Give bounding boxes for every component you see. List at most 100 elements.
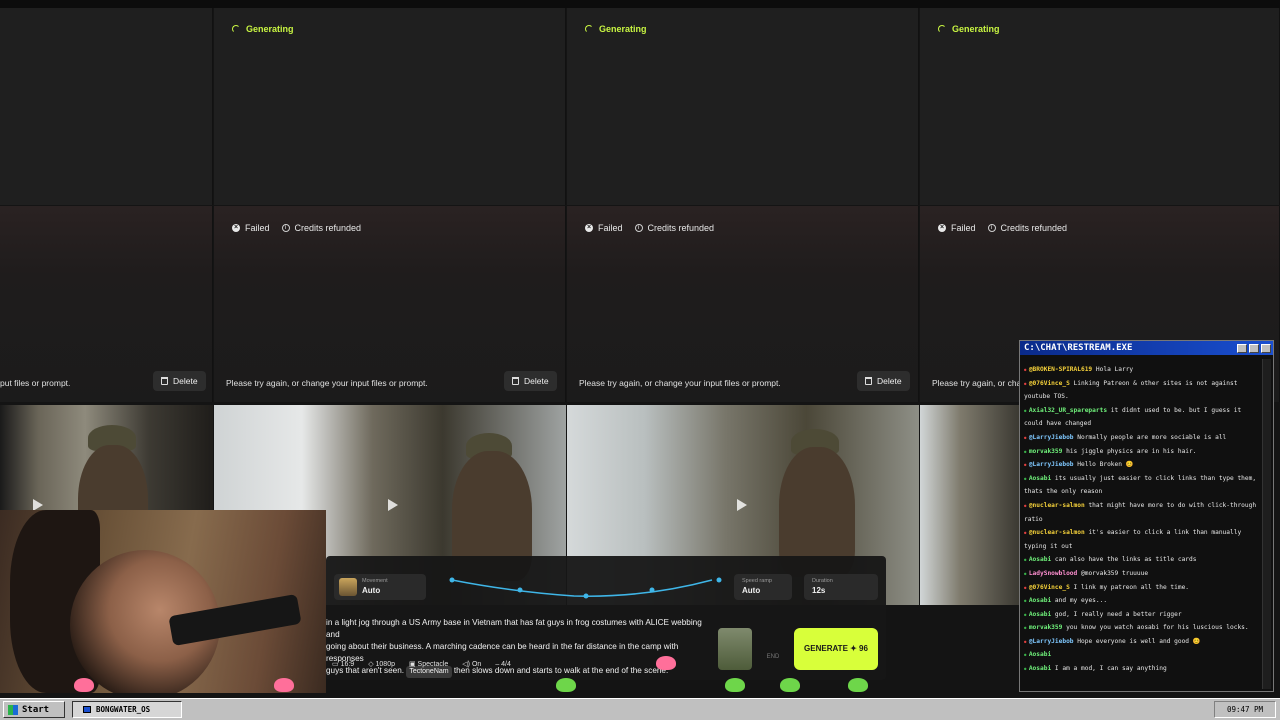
delete-label: Delete bbox=[173, 376, 198, 386]
chat-text: god, I really need a better rigger bbox=[1054, 610, 1182, 618]
movement-value: Auto bbox=[362, 586, 381, 595]
credits-refunded-label: Credits refunded bbox=[294, 223, 362, 233]
chat-username[interactable]: Aosabi bbox=[1029, 651, 1051, 658]
chat-text: can also have the links as title cards bbox=[1054, 556, 1197, 564]
chat-message: ● Aosabi bbox=[1024, 648, 1262, 662]
chat-scrollbar[interactable] bbox=[1262, 359, 1271, 689]
chat-username[interactable]: Axial32_UR_spareparts bbox=[1029, 407, 1107, 414]
delete-button[interactable]: Delete bbox=[504, 371, 557, 391]
chat-username[interactable]: @LarryJiebob bbox=[1029, 638, 1074, 645]
duration-select[interactable]: Duration 12s bbox=[804, 574, 878, 600]
chat-username[interactable]: Aosabi bbox=[1029, 556, 1051, 563]
chat-username[interactable]: Aosabi bbox=[1029, 665, 1051, 672]
delete-button[interactable]: Delete bbox=[153, 371, 206, 391]
failed-header: × Failed i Credits refunded bbox=[938, 223, 1067, 233]
chat-message: ● morvak359 you know you watch aosabi fo… bbox=[1024, 621, 1262, 635]
chat-username[interactable]: @nuclear-salmon bbox=[1029, 502, 1085, 509]
delete-label: Delete bbox=[524, 376, 549, 386]
failed-card[interactable]: × Failed i Credits refunded Please try aga… bbox=[567, 206, 919, 402]
generating-card[interactable]: Generating bbox=[920, 8, 1280, 205]
speed-curve-graph[interactable] bbox=[444, 574, 724, 604]
prompt-options: ▭ 16:9 ◇ 1080p ▣ Spectacle ◁) On – 4/4 bbox=[332, 660, 511, 669]
failed-card[interactable]: × Failed i Credits refunded Please try aga… bbox=[214, 206, 566, 402]
chat-title-bar[interactable]: C:\CHAT\RESTREAM.EXE bbox=[1020, 341, 1273, 355]
curve-handle[interactable] bbox=[649, 587, 655, 593]
prompt-textarea[interactable]: in a light jog through a US Army base in… bbox=[326, 617, 711, 678]
failed-message: put files or prompt. bbox=[0, 378, 71, 388]
frog-icon bbox=[656, 656, 676, 670]
speed-ramp-select[interactable]: Speed ramp Auto bbox=[734, 574, 792, 600]
curve-handle[interactable] bbox=[449, 577, 455, 583]
movement-select[interactable]: Movement Auto bbox=[334, 574, 426, 600]
frog-icon bbox=[74, 678, 94, 692]
system-clock: 09:47 PM bbox=[1214, 701, 1276, 718]
info-icon: i bbox=[634, 224, 643, 232]
style-option[interactable]: ▣ Spectacle bbox=[409, 660, 448, 668]
start-logo-icon bbox=[8, 704, 18, 715]
end-frame-slot[interactable]: END bbox=[758, 628, 788, 670]
video-thumbnail[interactable] bbox=[920, 405, 1020, 605]
chat-username[interactable]: @nuclear-salmon bbox=[1029, 529, 1085, 536]
curve-handle[interactable] bbox=[583, 593, 589, 599]
failed-card-partial: put files or prompt. Delete bbox=[0, 206, 213, 402]
delete-button[interactable]: Delete bbox=[857, 371, 910, 391]
failed-header: × Failed i Credits refunded bbox=[585, 223, 714, 233]
chat-username[interactable]: @BROKEN-SPIRAL619 bbox=[1029, 366, 1092, 373]
chat-message: ● Aosabi I am a mod, I can say anything bbox=[1024, 662, 1262, 676]
taskbar-item[interactable]: BONGWATER_OS bbox=[72, 701, 182, 718]
delete-label: Delete bbox=[877, 376, 902, 386]
chat-username[interactable]: @076Vince_S bbox=[1029, 584, 1070, 591]
movement-label: Movement bbox=[362, 578, 388, 584]
start-frame-image[interactable] bbox=[718, 628, 752, 670]
resolution-option[interactable]: ◇ 1080p bbox=[368, 660, 395, 668]
speed-ramp-value: Auto bbox=[742, 586, 761, 595]
minimize-button[interactable] bbox=[1237, 343, 1247, 353]
chat-username[interactable]: @LarryJiebob bbox=[1029, 434, 1074, 441]
chat-username[interactable]: LadySnowblood bbox=[1029, 570, 1077, 577]
chat-username[interactable]: Aosabi bbox=[1029, 475, 1051, 482]
chat-username[interactable]: @LarryJiebob bbox=[1029, 461, 1074, 468]
audio-option[interactable]: ◁) On bbox=[462, 660, 481, 668]
chat-message: ● @076Vince_S Linking Patreon & other si… bbox=[1024, 377, 1262, 404]
credits-refunded-label: Credits refunded bbox=[647, 223, 715, 233]
chat-username[interactable]: morvak359 bbox=[1029, 624, 1063, 631]
maximize-button[interactable] bbox=[1249, 343, 1259, 353]
chat-message: ● LadySnowblood @morvak359 truuuue bbox=[1024, 567, 1262, 581]
generating-card[interactable]: Generating bbox=[567, 8, 919, 205]
chat-message: ● @LarryJiebob Hope everyone is well and… bbox=[1024, 635, 1262, 649]
chat-message: ● morvak359 his jiggle physics are in hi… bbox=[1024, 445, 1262, 459]
chat-message: ● Axial32_UR_spareparts it didnt used to… bbox=[1024, 404, 1262, 431]
generate-button[interactable]: GENERATE ✦ 96 bbox=[794, 628, 878, 670]
chat-text: I am a mod, I can say anything bbox=[1054, 665, 1167, 673]
info-icon: i bbox=[987, 224, 996, 232]
chat-text: Hope everyone is well and good 😊 bbox=[1077, 637, 1201, 645]
chat-message: ● @nuclear-salmon it's easier to click a… bbox=[1024, 526, 1262, 553]
close-circle-icon: × bbox=[232, 224, 240, 232]
chat-username[interactable]: Aosabi bbox=[1029, 597, 1051, 604]
chat-text: I link my patreon all the time. bbox=[1073, 583, 1190, 591]
output-count[interactable]: – 4/4 bbox=[495, 661, 511, 668]
chat-username[interactable]: Aosabi bbox=[1029, 611, 1051, 618]
start-button[interactable]: Start bbox=[3, 701, 65, 718]
curve-handle[interactable] bbox=[517, 587, 523, 593]
play-icon[interactable] bbox=[737, 499, 747, 511]
chat-text: and my eyes... bbox=[1054, 597, 1108, 605]
chat-window[interactable]: C:\CHAT\RESTREAM.EXE ● @BROKEN-SPIRAL619… bbox=[1019, 340, 1274, 692]
taskbar-item-label: BONGWATER_OS bbox=[96, 705, 151, 714]
close-button[interactable] bbox=[1261, 343, 1271, 353]
start-label: Start bbox=[22, 704, 50, 715]
curve-handle[interactable] bbox=[716, 577, 722, 583]
chat-username[interactable]: @076Vince_S bbox=[1029, 380, 1070, 387]
desktop: Generating Generating Generating put fil… bbox=[0, 0, 1280, 720]
credits-refunded-label: Credits refunded bbox=[1000, 223, 1068, 233]
chat-text: Hello Broken 😊 bbox=[1077, 461, 1134, 469]
chat-username[interactable]: morvak359 bbox=[1029, 448, 1063, 455]
chat-message: ● Aosabi god, I really need a better rig… bbox=[1024, 608, 1262, 622]
aspect-ratio-option[interactable]: ▭ 16:9 bbox=[332, 660, 354, 668]
chat-text: its usually just easier to click links t… bbox=[1024, 474, 1257, 496]
play-icon[interactable] bbox=[388, 499, 398, 511]
failed-message: Please try again, or change your input f… bbox=[226, 378, 428, 388]
generating-card[interactable]: Generating bbox=[214, 8, 566, 205]
chat-message: ● @LarryJiebob Hello Broken 😊 bbox=[1024, 458, 1262, 472]
chat-title: C:\CHAT\RESTREAM.EXE bbox=[1024, 343, 1133, 353]
